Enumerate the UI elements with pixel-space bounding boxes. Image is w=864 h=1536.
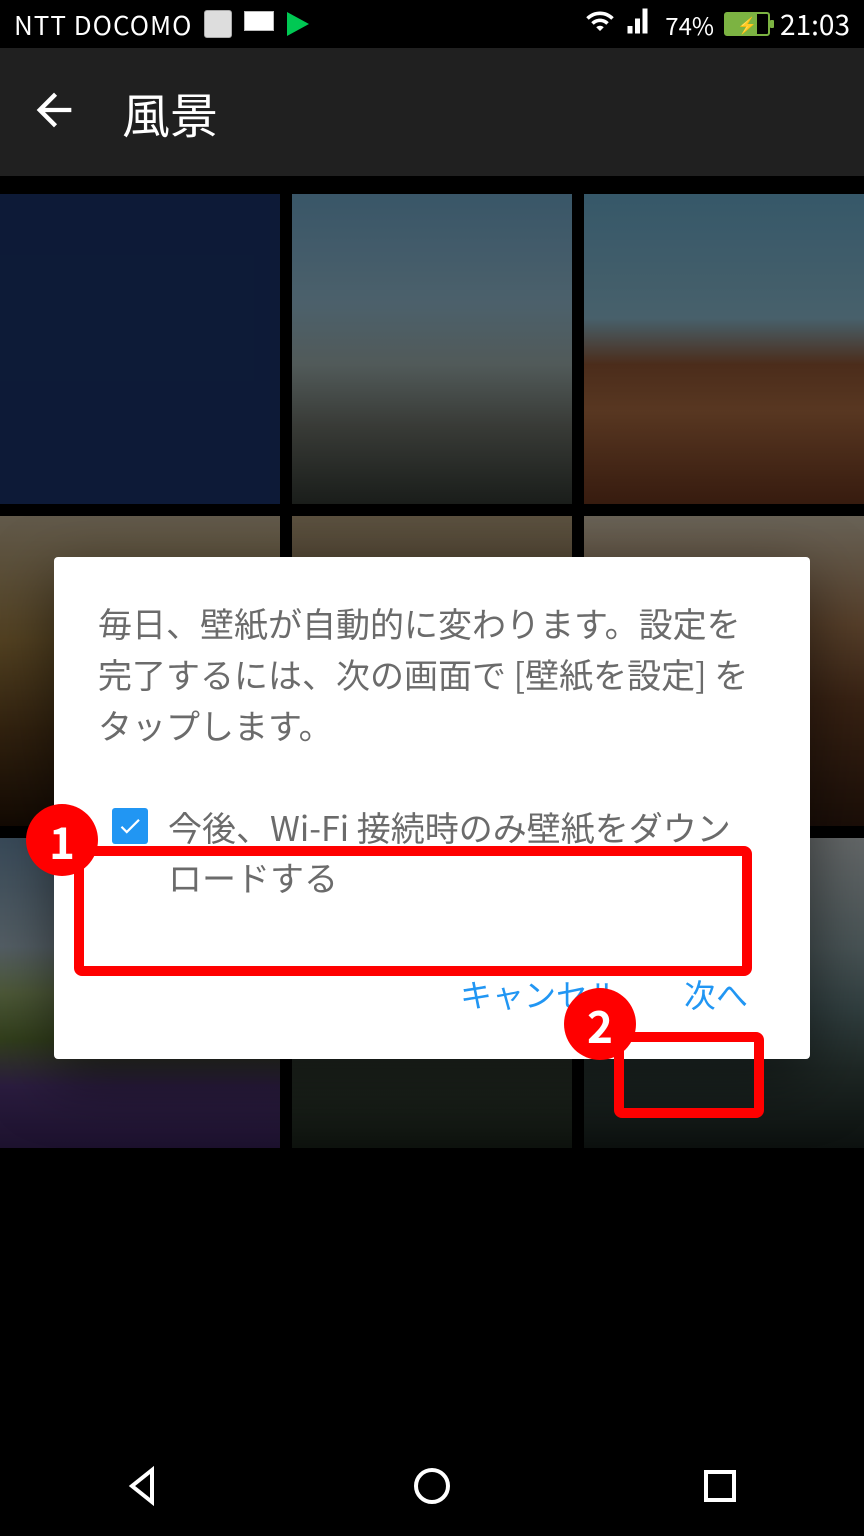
cancel-button[interactable]: キャンセル — [448, 953, 632, 1035]
battery-icon: ⚡ — [724, 12, 770, 36]
checkbox-checked-icon[interactable] — [112, 808, 148, 844]
wifi-only-label: 今後、Wi-Fi 接続時のみ壁紙をダウンロードする — [168, 802, 752, 901]
gallery-app-icon — [204, 10, 232, 38]
android-nav-bar — [0, 1440, 864, 1536]
battery-percent: 74% — [665, 7, 714, 42]
confirmation-dialog: 毎日、壁紙が自動的に変わります。設定を完了するには、次の画面で [壁紙を設定] … — [54, 557, 810, 1059]
nav-recent-button[interactable] — [696, 1462, 744, 1515]
dialog-message: 毎日、壁紙が自動的に変わります。設定を完了するには、次の画面で [壁紙を設定] … — [98, 597, 766, 750]
dialog-actions: キャンセル 次へ — [98, 953, 766, 1035]
page-title: 風景 — [122, 77, 218, 147]
app-header: 風景 — [0, 48, 864, 176]
nav-back-button[interactable] — [120, 1462, 168, 1515]
back-arrow-icon[interactable] — [28, 84, 80, 141]
content-area: 毎日、壁紙が自動的に変わります。設定を完了するには、次の画面で [壁紙を設定] … — [0, 176, 864, 1440]
carrier-label: NTT DOCOMO — [14, 6, 192, 43]
wifi-only-option[interactable]: 今後、Wi-Fi 接続時のみ壁紙をダウンロードする — [98, 784, 766, 919]
cellular-signal-icon — [625, 6, 655, 43]
gmail-app-icon — [244, 10, 272, 38]
wifi-icon — [585, 6, 615, 43]
nav-home-button[interactable] — [408, 1462, 456, 1515]
dialog-layer: 毎日、壁紙が自動的に変わります。設定を完了するには、次の画面で [壁紙を設定] … — [0, 176, 864, 1440]
next-button[interactable]: 次へ — [672, 953, 760, 1035]
status-bar: NTT DOCOMO 74% ⚡ 21:03 — [0, 0, 864, 48]
clock-label: 21:03 — [780, 4, 850, 44]
play-store-icon — [284, 10, 312, 38]
